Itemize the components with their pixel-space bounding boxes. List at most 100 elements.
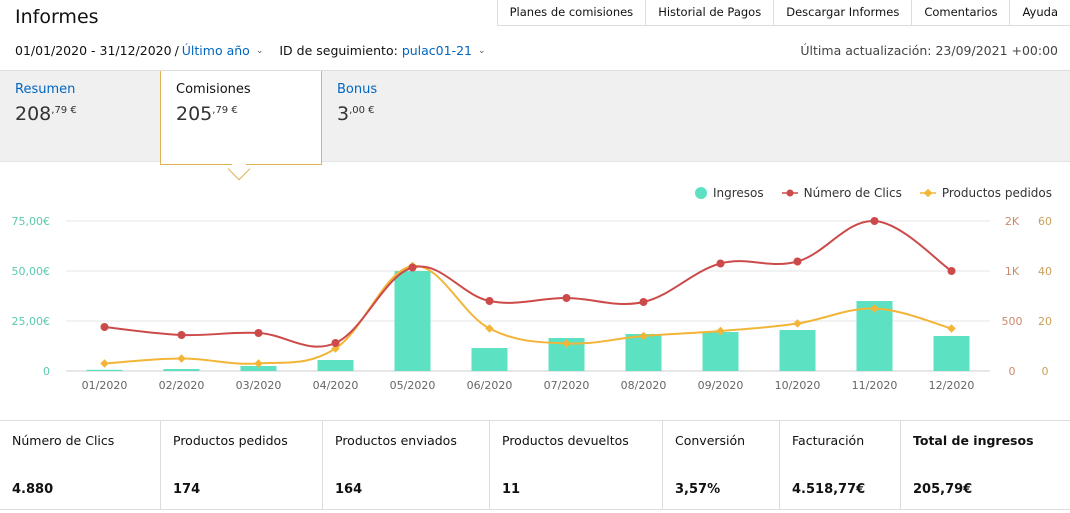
tab-commissions-label: Comisiones <box>176 82 251 97</box>
tab-bonus[interactable]: Bonus 3,00 € <box>322 71 482 163</box>
x-axis-tick: 12/2020 <box>929 379 975 392</box>
y-axis-left-tick: 25,00€ <box>12 315 51 328</box>
x-axis-tick: 05/2020 <box>390 379 436 392</box>
nav-commission-plans[interactable]: Planes de comisiones <box>498 0 647 25</box>
y-axis-clicks-tick: 2K <box>1005 215 1020 228</box>
period-dropdown[interactable]: Último año <box>182 43 250 58</box>
metric-shipped-value: 164 <box>335 482 363 497</box>
x-axis-tick: 11/2020 <box>852 379 898 392</box>
report-filters: 01/01/2020 - 31/12/2020 / Último año ⌄ I… <box>15 43 502 58</box>
revenue-bar <box>779 330 816 371</box>
metrics-bar: Número de Clics 4.880 Productos pedidos … <box>0 420 1070 510</box>
legend-clicks-marker <box>781 189 798 197</box>
clicks-point <box>485 297 494 305</box>
tab-summary[interactable]: Resumen 208,79 € <box>0 71 160 163</box>
clicks-point <box>793 257 802 266</box>
y-axis-clicks-tick: 0 <box>1009 365 1016 378</box>
metric-ordered: Productos pedidos 174 <box>161 421 323 509</box>
metric-returned: Productos devueltos 11 <box>490 421 663 509</box>
nav-comments[interactable]: Comentarios <box>912 0 1011 25</box>
nav-help[interactable]: Ayuda <box>1010 0 1070 25</box>
clicks-point <box>331 339 340 347</box>
nav-download-reports[interactable]: Descargar Informes <box>774 0 913 25</box>
y-axis-clicks-tick: 1K <box>1005 265 1020 278</box>
revenue-bar <box>317 360 354 371</box>
metric-clicks-value: 4.880 <box>12 482 54 497</box>
tab-summary-value: 208,79 € <box>15 103 77 125</box>
metric-shipped-label: Productos enviados <box>335 433 457 448</box>
x-axis-tick: 02/2020 <box>159 379 205 392</box>
top-navigation: Planes de comisiones Historial de Pagos … <box>496 0 1070 26</box>
clicks-point <box>716 259 725 268</box>
metric-conversion-value: 3,57% <box>675 482 721 497</box>
metric-billing-label: Facturación <box>792 433 865 448</box>
products-point <box>177 354 186 363</box>
earnings-chart: Ingresos Número de Clics Productos pedid… <box>0 178 1070 418</box>
clicks-point <box>100 323 109 331</box>
metric-shipped: Productos enviados 164 <box>323 421 490 509</box>
y-axis-left-tick: 75,00€ <box>12 215 51 228</box>
clicks-point <box>177 331 186 339</box>
x-axis-tick: 04/2020 <box>313 379 359 392</box>
products-line <box>104 264 952 365</box>
revenue-bar <box>933 336 970 371</box>
clicks-point <box>870 217 879 225</box>
revenue-bar <box>163 369 200 371</box>
legend-revenue-marker <box>694 187 707 199</box>
chart-legend: Ingresos Número de Clics Productos pedid… <box>677 186 1052 200</box>
revenue-bar <box>471 348 508 371</box>
revenue-bar <box>394 271 431 371</box>
page-title: Informes <box>15 6 99 28</box>
y-axis-products-tick: 0 <box>1042 365 1049 378</box>
products-point <box>947 324 956 333</box>
chevron-down-icon[interactable]: ⌄ <box>256 46 264 56</box>
metric-returned-label: Productos devueltos <box>502 433 629 448</box>
chart-canvas: 0 0 0 25,00€ 500 20 50,00€ 1K 40 75,00€ 2K 60 01/202… <box>12 215 1053 392</box>
x-axis-tick: 09/2020 <box>698 379 744 392</box>
chevron-down-icon[interactable]: ⌄ <box>478 46 486 56</box>
tab-bonus-value: 3,00 € <box>337 103 375 125</box>
revenue-bar <box>86 369 123 371</box>
tab-commissions[interactable]: Comisiones 205,79 € <box>160 71 322 165</box>
tracking-id-dropdown[interactable]: pulac01-21 <box>402 43 472 58</box>
x-axis-tick: 07/2020 <box>544 379 590 392</box>
clicks-line <box>104 219 953 348</box>
legend-products-marker <box>919 188 936 198</box>
products-point <box>100 359 109 368</box>
tab-commissions-value: 205,79 € <box>176 103 238 125</box>
metric-clicks: Número de Clics 4.880 <box>0 421 161 509</box>
products-point <box>485 324 494 333</box>
legend-item-revenue[interactable]: Ingresos <box>694 186 764 200</box>
clicks-point <box>254 329 263 337</box>
metric-clicks-label: Número de Clics <box>12 433 115 448</box>
clicks-point <box>947 267 956 275</box>
clicks-point <box>408 263 417 272</box>
summary-tabs: Resumen 208,79 € Comisiones 205,79 € Bon… <box>0 70 1070 165</box>
x-axis-tick: 06/2020 <box>467 379 513 392</box>
legend-revenue-label: Ingresos <box>712 186 764 200</box>
y-axis-products-tick: 40 <box>1038 265 1052 278</box>
metric-conversion: Conversión 3,57% <box>663 421 780 509</box>
legend-item-products[interactable]: Productos pedidos <box>919 186 1052 200</box>
legend-item-clicks[interactable]: Número de Clics <box>781 186 902 200</box>
metric-billing-value: 4.518,77€ <box>792 482 866 497</box>
tab-bonus-label: Bonus <box>337 82 378 97</box>
revenue-bar <box>702 332 739 371</box>
x-axis-tick: 08/2020 <box>621 379 667 392</box>
legend-clicks-label: Número de Clics <box>803 186 902 200</box>
metric-billing: Facturación 4.518,77€ <box>780 421 901 509</box>
metric-ordered-value: 174 <box>173 482 201 497</box>
date-range-text: 01/01/2020 - 31/12/2020 <box>15 43 172 58</box>
metric-total-label: Total de ingresos <box>913 433 1034 448</box>
x-axis-tick: 10/2020 <box>775 379 821 392</box>
y-axis-products-tick: 20 <box>1038 315 1052 328</box>
nav-payment-history[interactable]: Historial de Pagos <box>646 0 775 25</box>
metric-total-value: 205,79€ <box>913 482 973 497</box>
tab-summary-label: Resumen <box>15 82 76 97</box>
last-updated-text: Última actualización: 23/09/2021 +00:00 <box>800 43 1058 58</box>
y-axis-left-tick: 0 <box>43 365 50 378</box>
y-axis-products-tick: 60 <box>1038 215 1052 228</box>
x-axis-tick: 01/2020 <box>82 379 128 392</box>
metric-ordered-label: Productos pedidos <box>173 433 288 448</box>
filter-separator: / <box>174 43 179 58</box>
